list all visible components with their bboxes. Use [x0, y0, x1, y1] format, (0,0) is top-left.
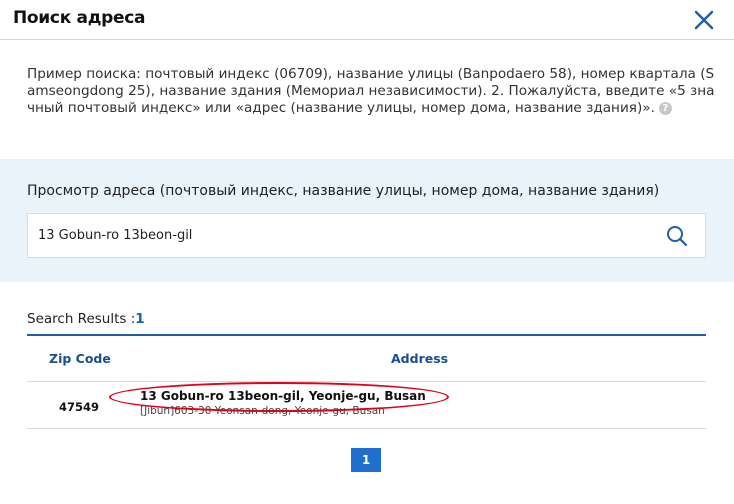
question-icon[interactable]: ? [658, 101, 672, 115]
column-header-address: Address [391, 351, 449, 366]
jibun-address: [Jibun]603-30 Yeonsan-dong, Yeonje-gu, B… [140, 405, 385, 417]
results-table: Zip Code Address 47549 13 Gobun-ro 13beo… [27, 334, 706, 429]
search-icon[interactable] [665, 224, 689, 248]
search-instructions: Пример поиска: почтовый индекс (06709), … [27, 66, 717, 117]
search-box [27, 213, 706, 258]
instructions-text: Пример поиска: почтовый индекс (06709), … [27, 66, 715, 116]
column-header-zip: Zip Code [49, 351, 111, 366]
dialog-header: Поиск адреса [0, 0, 734, 40]
road-address[interactable]: 13 Gobun-ro 13beon-gil, Yeonje-gu, Busan [140, 389, 426, 403]
results-count: 1 [135, 311, 145, 327]
results-label-text: Search Results : [27, 311, 136, 327]
close-icon[interactable] [693, 9, 715, 31]
page-button-current[interactable]: 1 [351, 448, 381, 472]
search-label: Просмотр адреса (почтовый индекс, назван… [27, 183, 660, 199]
zip-code: 47549 [59, 400, 100, 414]
search-panel: Просмотр адреса (почтовый индекс, назван… [0, 159, 734, 282]
table-header: Zip Code Address [27, 336, 706, 382]
search-input[interactable] [38, 214, 638, 257]
results-label: Search Results :1 [27, 311, 145, 327]
table-row[interactable]: 47549 13 Gobun-ro 13beon-gil, Yeonje-gu,… [27, 382, 706, 429]
dialog-title: Поиск адреса [13, 8, 146, 28]
